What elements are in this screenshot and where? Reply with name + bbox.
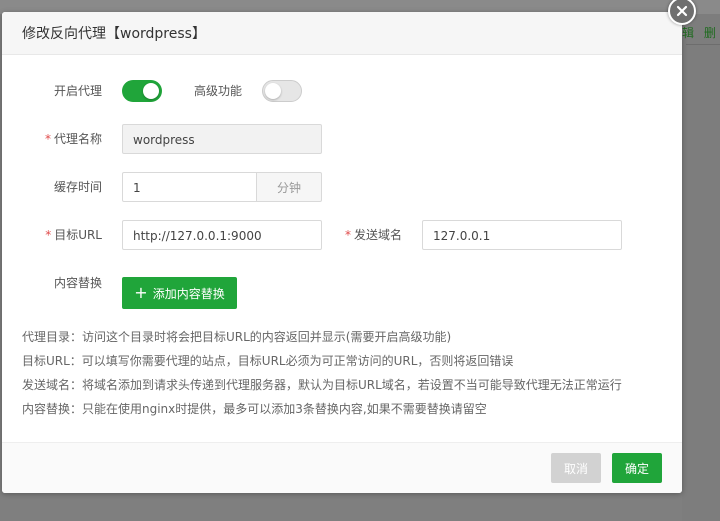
background-action-links: 辑 删 <box>682 24 720 41</box>
help-line: 目标URL：可以填写你需要代理的站点，目标URL必须为可正常访问的URL，否则将… <box>22 354 514 368</box>
background-edit-link: 辑 <box>682 26 695 40</box>
dialog-header: 修改反向代理【wordpress】 <box>2 12 682 55</box>
proxy-name-label: * 代理名称 <box>2 123 102 155</box>
help-line: 代理目录：访问这个目录时将会把目标URL的内容返回并显示(需要开启高级功能) <box>22 330 452 344</box>
add-content-replace-button[interactable]: + 添加内容替换 <box>122 277 237 309</box>
cache-time-label: 缓存时间 <box>53 180 102 194</box>
cancel-button[interactable]: 取消 <box>551 453 601 483</box>
send-domain-label-text: 发送域名 <box>353 228 402 242</box>
add-content-replace-label: 添加内容替换 <box>152 286 225 301</box>
advanced-toggle[interactable] <box>262 80 302 102</box>
plus-icon: + <box>134 283 148 302</box>
target-url-input[interactable]: http://127.0.0.1:9000 <box>122 220 322 250</box>
background-page-column <box>682 14 720 521</box>
close-icon <box>668 0 696 25</box>
help-line: 发送域名：将域名添加到请求头传递到代理服务器，默认为目标URL域名，若设置不当可… <box>22 378 622 392</box>
required-mark: * <box>45 228 52 242</box>
help-line: 内容替换：只能在使用nginx时提供，最多可以添加3条替换内容,如果不需要替换请… <box>22 402 487 416</box>
help-notes: 代理目录：访问这个目录时将会把目标URL的内容返回并显示(需要开启高级功能) 目… <box>22 325 622 421</box>
target-url-label: * 目标URL <box>2 219 102 251</box>
required-mark: * <box>44 132 51 146</box>
close-dialog-button[interactable] <box>667 0 697 25</box>
advanced-label: 高级功能 <box>193 84 242 98</box>
background-divider <box>686 44 720 45</box>
dialog-footer: 取消 确定 <box>2 442 682 493</box>
toggle-knob <box>265 83 281 99</box>
edit-reverse-proxy-dialog: 修改反向代理【wordpress】 开启代理 高级功能 * 代理名称 wordpr… <box>2 12 682 493</box>
dialog-title: 修改反向代理【wordpress】 <box>22 26 206 42</box>
background-delete-link: 删 <box>703 26 716 40</box>
proxy-name-input[interactable]: wordpress <box>122 124 322 154</box>
send-domain-label: * 发送域名 <box>302 219 402 251</box>
target-url-label-text: 目标URL <box>54 228 102 242</box>
cache-time-input[interactable]: 1 <box>122 172 257 202</box>
proxy-name-label-text: 代理名称 <box>53 132 102 146</box>
required-mark: * <box>344 228 351 242</box>
confirm-button[interactable]: 确定 <box>612 453 662 483</box>
content-replace-label: 内容替换 <box>53 276 102 290</box>
cache-time-unit: 分钟 <box>257 172 322 202</box>
dialog-body: 开启代理 高级功能 * 代理名称 wordpress 缓存时间 1 分钟 * 目标U… <box>2 55 682 443</box>
send-domain-input[interactable]: 127.0.0.1 <box>422 220 622 250</box>
enable-proxy-label: 开启代理 <box>53 84 102 98</box>
